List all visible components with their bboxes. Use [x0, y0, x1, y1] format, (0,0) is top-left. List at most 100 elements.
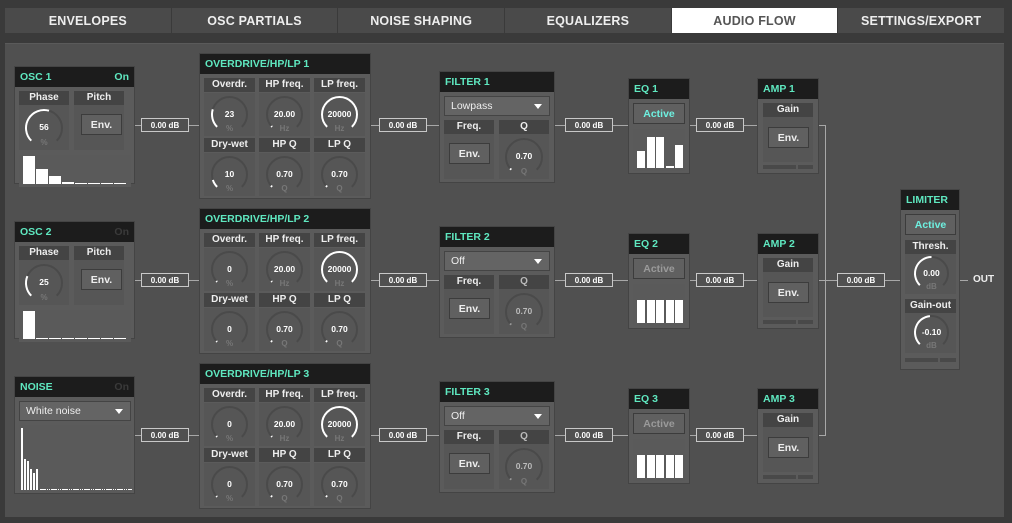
signal-wire	[555, 125, 565, 126]
gain-readout[interactable]: 0.00 dB	[379, 118, 427, 132]
eq-band-bar	[665, 299, 674, 323]
tab-audio-flow[interactable]: AUDIO FLOW	[671, 8, 839, 33]
gain-out-label: Gain-out	[905, 299, 956, 313]
tab-settings-export[interactable]: SETTINGS/EXPORT	[838, 8, 1006, 33]
knob-unit: Q	[336, 494, 343, 503]
signal-wire	[189, 435, 199, 436]
knob-cell: 23%	[204, 93, 255, 136]
noise-power-toggle[interactable]: On	[114, 381, 129, 393]
tab-noise-shaping[interactable]: NOISE SHAPING	[338, 8, 506, 33]
eq-active-toggle[interactable]: Active	[633, 103, 685, 124]
filter-type-dropdown[interactable]: Off	[444, 406, 550, 426]
gain-env-button[interactable]: Env.	[768, 282, 809, 303]
freq-env-button[interactable]: Env.	[449, 298, 490, 319]
parameter-knob[interactable]: 10%	[209, 154, 250, 195]
parameter-knob[interactable]: 0.70 Q	[264, 154, 305, 195]
knob-value: 56	[39, 122, 49, 132]
gain-readout[interactable]: 0.00 dB	[379, 428, 427, 442]
q-knob[interactable]: 0.70 Q	[503, 136, 545, 178]
knob-cell: 20000 Hz	[314, 403, 365, 446]
parameter-knob[interactable]: 20000 Hz	[319, 94, 360, 135]
parameter-knob[interactable]: 20.00 Hz	[264, 94, 305, 135]
gain-readout[interactable]: 0.00 dB	[565, 428, 613, 442]
signal-wire	[744, 435, 757, 436]
knob-unit: %	[225, 494, 234, 503]
gain-readout[interactable]: 0.00 dB	[565, 118, 613, 132]
signal-wire	[613, 435, 628, 436]
knob-label: HP Q	[259, 293, 310, 307]
freq-env-button[interactable]: Env.	[449, 453, 490, 474]
tab-osc-partials[interactable]: OSC PARTIALS	[171, 8, 339, 33]
amp-header: AMP 1	[758, 79, 818, 99]
gain-readout[interactable]: 0.00 dB	[141, 428, 189, 442]
phase-knob[interactable]: 56%	[23, 107, 65, 149]
parameter-knob[interactable]: 23%	[209, 94, 250, 135]
partial-bar	[49, 175, 61, 184]
gain-out-knob[interactable]: -0.10 dB	[912, 313, 951, 352]
gain-readout[interactable]: 0.00 dB	[696, 428, 744, 442]
partials-display	[19, 155, 131, 187]
noise-type-dropdown[interactable]: White noise	[19, 401, 131, 421]
eq-active-toggle[interactable]: Active	[633, 413, 685, 434]
osc-power-toggle[interactable]: On	[114, 71, 129, 83]
freq-env-button[interactable]: Env.	[449, 143, 490, 164]
parameter-knob[interactable]: 0.70 Q	[319, 309, 360, 350]
knob-label: Overdr.	[204, 233, 255, 247]
gain-readout[interactable]: 0.00 dB	[141, 273, 189, 287]
partial-bar	[62, 182, 74, 184]
phase-knob[interactable]: 25%	[23, 262, 65, 304]
parameter-knob[interactable]: 20.00 Hz	[264, 404, 305, 445]
q-label: Q	[499, 120, 549, 134]
gain-readout[interactable]: 0.00 dB	[837, 273, 885, 287]
gain-env-button[interactable]: Env.	[768, 127, 809, 148]
limiter-header: LIMITER	[901, 190, 959, 210]
parameter-knob[interactable]: 20000 Hz	[319, 249, 360, 290]
pitch-env-button[interactable]: Env.	[81, 114, 122, 135]
gain-readout[interactable]: 0.00 dB	[141, 118, 189, 132]
parameter-knob[interactable]: 0%	[209, 404, 250, 445]
eq-active-toggle[interactable]: Active	[633, 258, 685, 279]
tab-equalizers[interactable]: EQUALIZERS	[505, 8, 672, 33]
limiter-active-toggle[interactable]: Active	[905, 214, 956, 235]
overdrive-header: OVERDRIVE/HP/LP 1	[200, 54, 370, 74]
knob-label: LP freq.	[314, 233, 365, 247]
parameter-knob[interactable]: 0.70 Q	[264, 464, 305, 505]
knob-unit: Hz	[334, 279, 345, 288]
parameter-knob[interactable]: 0.70 Q	[319, 154, 360, 195]
filter-type-dropdown[interactable]: Lowpass	[444, 96, 550, 116]
q-knob[interactable]: 0.70 Q	[503, 446, 545, 488]
osc-module: OSC 2 On Phase 25% Pitch Env.	[14, 221, 135, 342]
filter-type-dropdown[interactable]: Off	[444, 251, 550, 271]
knob-label: LP Q	[314, 448, 365, 462]
parameter-knob[interactable]: 0%	[209, 249, 250, 290]
filter-header: FILTER 1	[440, 72, 554, 92]
gain-readout[interactable]: 0.00 dB	[379, 273, 427, 287]
osc-header: OSC 1 On	[15, 67, 134, 87]
partial-bar	[114, 338, 126, 339]
osc-power-toggle[interactable]: On	[114, 226, 129, 238]
gain-readout[interactable]: 0.00 dB	[565, 273, 613, 287]
knob-label: HP freq.	[259, 78, 310, 92]
parameter-knob[interactable]: 0.70 Q	[264, 309, 305, 350]
parameter-knob[interactable]: 0%	[209, 309, 250, 350]
gain-readout[interactable]: 0.00 dB	[696, 118, 744, 132]
filter-header: FILTER 2	[440, 227, 554, 247]
level-meter	[905, 358, 938, 362]
pitch-label: Pitch	[74, 91, 124, 105]
parameter-knob[interactable]: 20000 Hz	[319, 404, 360, 445]
pitch-env-button[interactable]: Env.	[81, 269, 122, 290]
parameter-knob[interactable]: 20.00 Hz	[264, 249, 305, 290]
knob-unit: dB	[926, 341, 937, 350]
parameter-knob[interactable]: 0.70 Q	[319, 464, 360, 505]
overdrive-module: OVERDRIVE/HP/LP 1 Overdr. 23% HP freq. 20.00…	[199, 53, 371, 199]
knob-cell: 0%	[204, 463, 255, 506]
knob-unit: %	[40, 293, 48, 302]
tab-envelopes[interactable]: ENVELOPES	[5, 8, 172, 33]
threshold-knob[interactable]: 0.00 dB	[912, 254, 951, 293]
eq-band-bar	[675, 299, 683, 323]
knob-cell: 20.00 Hz	[259, 248, 310, 291]
q-knob[interactable]: 0.70 Q	[503, 291, 545, 333]
gain-readout[interactable]: 0.00 dB	[696, 273, 744, 287]
parameter-knob[interactable]: 0%	[209, 464, 250, 505]
gain-env-button[interactable]: Env.	[768, 437, 809, 458]
